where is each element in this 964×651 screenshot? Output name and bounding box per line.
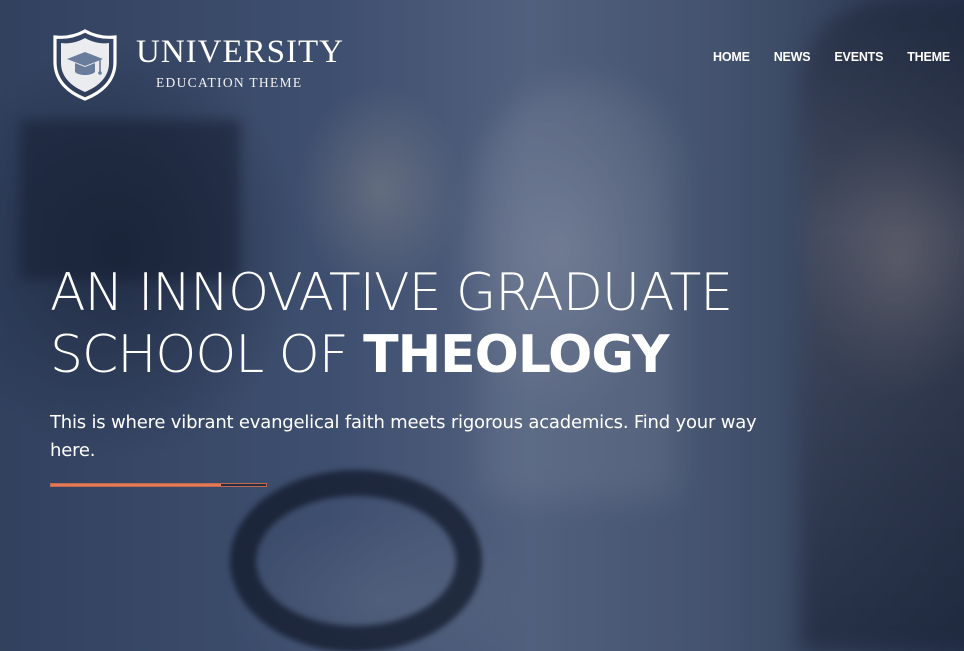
background-headphones	[230, 470, 482, 651]
site-header: UNIVERSITY EDUCATION THEME HOME NEWS EVE…	[0, 0, 964, 110]
hero-section: UNIVERSITY EDUCATION THEME HOME NEWS EVE…	[0, 0, 964, 651]
nav-item-theme[interactable]: THEME	[907, 50, 950, 64]
background-monitor	[20, 120, 240, 280]
hero-headline: AN INNOVATIVE GRADUATE SCHOOL OF THEOLOG…	[50, 262, 733, 386]
nav-item-events[interactable]: EVENTS	[834, 50, 883, 64]
nav-item-news[interactable]: NEWS	[774, 50, 811, 64]
site-logo[interactable]: UNIVERSITY EDUCATION THEME	[50, 28, 344, 102]
logo-title: UNIVERSITY	[136, 34, 344, 70]
logo-text: UNIVERSITY EDUCATION THEME	[136, 35, 344, 91]
slider-progress-bar	[50, 483, 267, 487]
hero-subtext: This is where vibrant evangelical faith …	[50, 412, 757, 461]
slider-progress-fill	[51, 484, 221, 486]
logo-subtitle: EDUCATION THEME	[156, 75, 303, 90]
headline-line-1: AN INNOVATIVE GRADUATE	[50, 263, 733, 323]
headline-line-2-light: SCHOOL OF	[50, 325, 364, 385]
headline-line-2-bold: THEOLOGY	[363, 325, 669, 385]
main-nav: HOME NEWS EVENTS THEME	[713, 50, 950, 64]
nav-item-home[interactable]: HOME	[713, 50, 750, 64]
graduation-cap-shield-icon	[53, 29, 117, 101]
